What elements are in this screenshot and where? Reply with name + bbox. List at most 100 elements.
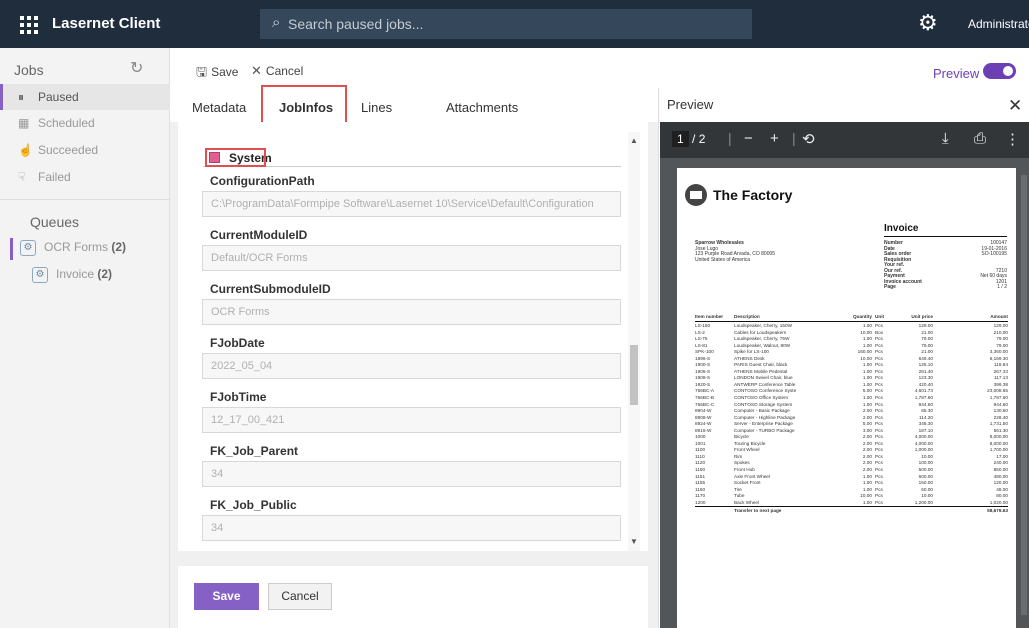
refresh-icon[interactable]: ↻ (130, 58, 143, 78)
app-launcher-icon[interactable] (18, 14, 38, 34)
table-cell: 10.00 (860, 329, 872, 335)
table-cell: 117.13 (994, 375, 1008, 381)
field-label: FJobTime (210, 390, 267, 404)
table-cell: CONTOSO Conference Syste (734, 388, 797, 394)
table-cell: 1,200.00 (914, 499, 933, 505)
table-cell: 766BC-B (695, 395, 715, 401)
table-cell: LS-75 (695, 336, 708, 342)
preview-toggle[interactable] (983, 63, 1016, 79)
queue-label: Invoice (56, 267, 95, 282)
table-cell: 1,731.50 (989, 421, 1008, 427)
table-cell: 129.00 (918, 323, 933, 328)
table-cell: Loudspeaker, Walnut, 80W (734, 342, 791, 348)
save-command[interactable]: 🖫 Save (196, 63, 238, 85)
zoom-in-icon[interactable]: + (770, 130, 779, 147)
table-cell: 766BC-A (695, 388, 715, 394)
table-cell: 1.00 (862, 342, 872, 348)
tab-attachments[interactable]: Attachments (446, 100, 518, 115)
toolbar-separator: | (792, 130, 796, 146)
table-cell: 2.00 (862, 447, 872, 453)
table-cell: 1150 (695, 467, 706, 473)
scroll-up-icon[interactable]: ▲ (630, 136, 638, 145)
invoice-title-rule (884, 236, 1007, 237)
table-cell: 399.38 (993, 381, 1008, 387)
sidebar-item-succeeded[interactable]: ☝ Succeeded (0, 137, 170, 163)
table-cell: 1.00 (862, 499, 872, 505)
fk-job-public-field[interactable]: 34 (202, 515, 621, 541)
table-cell: Pcs (875, 467, 883, 473)
field-label: CurrentSubmoduleID (210, 282, 331, 296)
more-options-icon[interactable]: ⋮ (1005, 130, 1020, 148)
close-icon[interactable]: ✕ (1008, 96, 1022, 116)
fjobtime-field[interactable]: 12_17_00_421 (202, 407, 621, 433)
column-header: Unit price (911, 314, 933, 319)
table-cell: Server - Enterprise Package (734, 421, 793, 427)
table-cell: 1920-S (695, 381, 711, 387)
zoom-out-icon[interactable]: − (744, 130, 753, 147)
table-cell: Pcs (875, 421, 883, 427)
table-cell: 21.00 (921, 329, 933, 335)
current-module-id-field[interactable]: Default/OCR Forms (202, 245, 621, 271)
table-cell: Spike for LS-100 (734, 349, 769, 355)
table-cell: 1200 (695, 499, 706, 505)
scroll-down-icon[interactable]: ▼ (630, 537, 638, 546)
table-cell: 1908-S (695, 375, 711, 381)
current-submodule-id-field[interactable]: OCR Forms (202, 299, 621, 325)
column-header: Unit (875, 314, 885, 319)
meta-value: 1 / 2 (997, 284, 1007, 290)
table-cell: Rim (734, 453, 743, 459)
table-cell: 1155 (695, 480, 706, 486)
save-button[interactable]: Save (194, 583, 259, 610)
table-cell: 1.00 (862, 362, 872, 368)
table-cell: 2.00 (862, 408, 872, 414)
cancel-command[interactable]: ✕ Cancel (251, 63, 303, 79)
field-label: FK_Job_Parent (210, 444, 299, 458)
sidebar-item-paused[interactable]: ⏸ Paused (0, 84, 170, 110)
table-cell: 228.40 (993, 414, 1008, 420)
section-highlight (205, 148, 266, 167)
gear-icon[interactable]: ⚙ (918, 10, 938, 36)
table-cell: LONDON Swivel Chair, blue (734, 375, 793, 381)
table-cell: Pcs (875, 388, 883, 394)
table-cell: 79.00 (996, 336, 1008, 342)
sidebar: Jobs ↻ ⏸ Paused ▦ Scheduled ☝ Succeeded … (0, 48, 170, 628)
table-cell: 48.00 (996, 486, 1008, 492)
configuration-path-field[interactable]: C:\ProgramData\Formpipe Software\Laserne… (202, 191, 621, 217)
table-cell: 4,601.73 (914, 388, 933, 394)
sidebar-item-failed[interactable]: ☟ Failed (0, 164, 170, 190)
table-cell: 5.00 (862, 388, 872, 394)
user-name[interactable]: Administrator (968, 17, 1029, 31)
column-header: Description (734, 314, 760, 319)
cancel-button[interactable]: Cancel (268, 583, 332, 610)
print-icon[interactable]: ⎙ (974, 130, 986, 147)
table-cell: 79.00 (921, 336, 933, 342)
table-cell: CONTOSO Storage System (734, 401, 793, 407)
table-cell: 6,169.30 (989, 355, 1008, 361)
tab-metadata[interactable]: Metadata (192, 100, 246, 115)
table-cell: 160.00 (857, 349, 872, 355)
queue-count: (2) (97, 267, 113, 282)
search-input[interactable]: ⌕ Search paused jobs... (260, 9, 752, 39)
queue-item-invoice[interactable]: ⚙ Invoice (2) (32, 267, 112, 283)
total-value: 58,676.63 (987, 508, 1008, 514)
scroll-thumb[interactable] (630, 345, 638, 405)
search-placeholder: Search paused jobs... (288, 16, 424, 32)
table-cell: 4,000.00 (914, 434, 933, 440)
table-header: Item number Description Quantity Unit Unit p… (695, 313, 1008, 322)
table-cell: 10.00 (860, 493, 872, 499)
form-scrollbar[interactable]: ▲ ▼ (628, 132, 640, 551)
queue-item-ocr-forms[interactable]: ⚙ OCR Forms (2) (20, 240, 126, 256)
fjobdate-field[interactable]: 2022_05_04 (202, 353, 621, 379)
fk-job-parent-field[interactable]: 34 (202, 461, 621, 487)
table-cell: Loudspeaker, Cherry, 150W (734, 323, 793, 328)
sidebar-item-scheduled[interactable]: ▦ Scheduled (0, 110, 170, 136)
download-icon[interactable]: ⤓ (942, 130, 949, 147)
table-cell: 1.00 (862, 368, 872, 374)
table-cell: Bicycle (734, 434, 749, 440)
preview-title: Preview (667, 97, 714, 112)
page-number-input[interactable]: 1 (672, 131, 689, 147)
table-cell: Pcs (875, 473, 883, 479)
rotate-icon[interactable]: ⟲ (802, 130, 815, 148)
pdf-scrollbar[interactable] (1021, 175, 1027, 615)
tab-lines[interactable]: Lines (361, 100, 392, 115)
